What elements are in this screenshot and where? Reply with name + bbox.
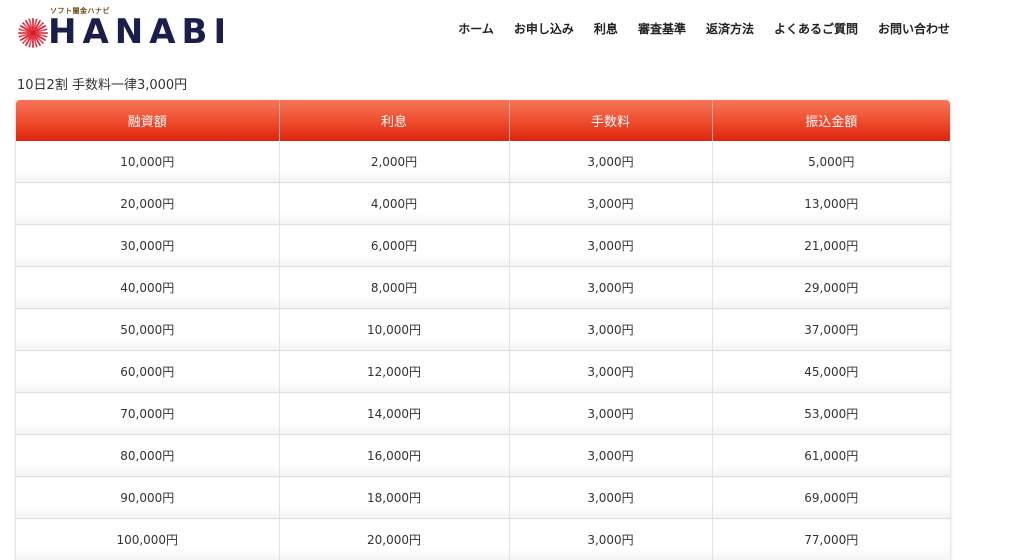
- table-cell: 14,000円: [278, 392, 509, 435]
- interest-table: 融資額 利息 手数料 振込金額 10,000円 2,000円 3,000円 5,000円 20…: [16, 100, 950, 560]
- table-cell: 10,000円: [278, 308, 509, 351]
- nav-screening[interactable]: 審査基準: [638, 20, 686, 37]
- nav-home[interactable]: ホーム: [458, 20, 494, 37]
- table-cell: 3,000円: [508, 476, 712, 519]
- table-row: 90,000円 18,000円 3,000円 69,000円: [16, 476, 950, 519]
- nav-interest[interactable]: 利息: [594, 20, 618, 37]
- site-logo[interactable]: ソフト闇金ハナビ HANABI: [18, 6, 238, 54]
- table-cell: 20,000円: [16, 182, 279, 225]
- table-cell: 3,000円: [508, 518, 712, 560]
- nav-contact[interactable]: お問い合わせ: [878, 20, 950, 37]
- table-cell: 4,000円: [278, 182, 509, 225]
- table-cell: 100,000円: [16, 518, 279, 560]
- table-cell: 3,000円: [508, 350, 712, 393]
- main-nav: ホーム お申し込み 利息 審査基準 返済方法 よくあるご質問 お問い合わせ: [458, 20, 950, 37]
- table-cell: 3,000円: [508, 308, 712, 351]
- table-cell: 80,000円: [16, 434, 279, 477]
- table-cell: 5,000円: [711, 141, 950, 183]
- table-cell: 20,000円: [278, 518, 509, 560]
- table-cell: 70,000円: [16, 392, 279, 435]
- table-cell: 6,000円: [278, 224, 509, 267]
- page: ソフト闇金ハナビ HANABI ホーム お申し込み 利息 審査基準 返済方法 よくあるご質…: [0, 0, 1024, 560]
- column-header: 利息: [278, 100, 509, 141]
- table-cell: 50,000円: [16, 308, 279, 351]
- table-caption: 10日2割 手数料一律3,000円: [17, 78, 188, 93]
- table-cell: 3,000円: [508, 182, 712, 225]
- table-row: 10,000円 2,000円 3,000円 5,000円: [16, 141, 950, 183]
- table-cell: 8,000円: [278, 266, 509, 309]
- table-row: 50,000円 10,000円 3,000円 37,000円: [16, 308, 950, 351]
- table-cell: 45,000円: [711, 350, 950, 393]
- table-row: 20,000円 4,000円 3,000円 13,000円: [16, 182, 950, 225]
- nav-faq[interactable]: よくあるご質問: [774, 20, 858, 37]
- column-header: 融資額: [16, 100, 279, 141]
- site-header: ソフト闇金ハナビ HANABI ホーム お申し込み 利息 審査基準 返済方法 よくあるご質…: [0, 0, 1024, 62]
- table-cell: 12,000円: [278, 350, 509, 393]
- table-cell: 3,000円: [508, 266, 712, 309]
- table-cell: 3,000円: [508, 434, 712, 477]
- table-cell: 3,000円: [508, 392, 712, 435]
- table-row: 100,000円 20,000円 3,000円 77,000円: [16, 518, 950, 560]
- column-header: 手数料: [508, 100, 712, 141]
- nav-repayment[interactable]: 返済方法: [706, 20, 754, 37]
- table-cell: 2,000円: [278, 141, 509, 183]
- table-row: 60,000円 12,000円 3,000円 45,000円: [16, 350, 950, 393]
- table-cell: 61,000円: [711, 434, 950, 477]
- table-row: 40,000円 8,000円 3,000円 29,000円: [16, 266, 950, 309]
- table-cell: 3,000円: [508, 224, 712, 267]
- table-cell: 29,000円: [711, 266, 950, 309]
- table-header-row: 融資額 利息 手数料 振込金額: [16, 100, 950, 141]
- table-cell: 13,000円: [711, 182, 950, 225]
- table-cell: 69,000円: [711, 476, 950, 519]
- table-cell: 18,000円: [278, 476, 509, 519]
- logo-text: HANABI: [48, 12, 233, 52]
- firework-icon: [18, 18, 48, 48]
- column-header: 振込金額: [711, 100, 950, 141]
- table-row: 30,000円 6,000円 3,000円 21,000円: [16, 224, 950, 267]
- table-cell: 40,000円: [16, 266, 279, 309]
- table-cell: 30,000円: [16, 224, 279, 267]
- table-cell: 60,000円: [16, 350, 279, 393]
- nav-apply[interactable]: お申し込み: [514, 20, 574, 37]
- table-cell: 37,000円: [711, 308, 950, 351]
- table-cell: 16,000円: [278, 434, 509, 477]
- table-cell: 90,000円: [16, 476, 279, 519]
- table-cell: 53,000円: [711, 392, 950, 435]
- table-row: 80,000円 16,000円 3,000円 61,000円: [16, 434, 950, 477]
- table-body: 10,000円 2,000円 3,000円 5,000円 20,000円 4,000円 3,…: [16, 141, 950, 560]
- table-cell: 3,000円: [508, 141, 712, 183]
- table-cell: 21,000円: [711, 224, 950, 267]
- table-cell: 77,000円: [711, 518, 950, 560]
- table-row: 70,000円 14,000円 3,000円 53,000円: [16, 392, 950, 435]
- table-cell: 10,000円: [16, 141, 279, 183]
